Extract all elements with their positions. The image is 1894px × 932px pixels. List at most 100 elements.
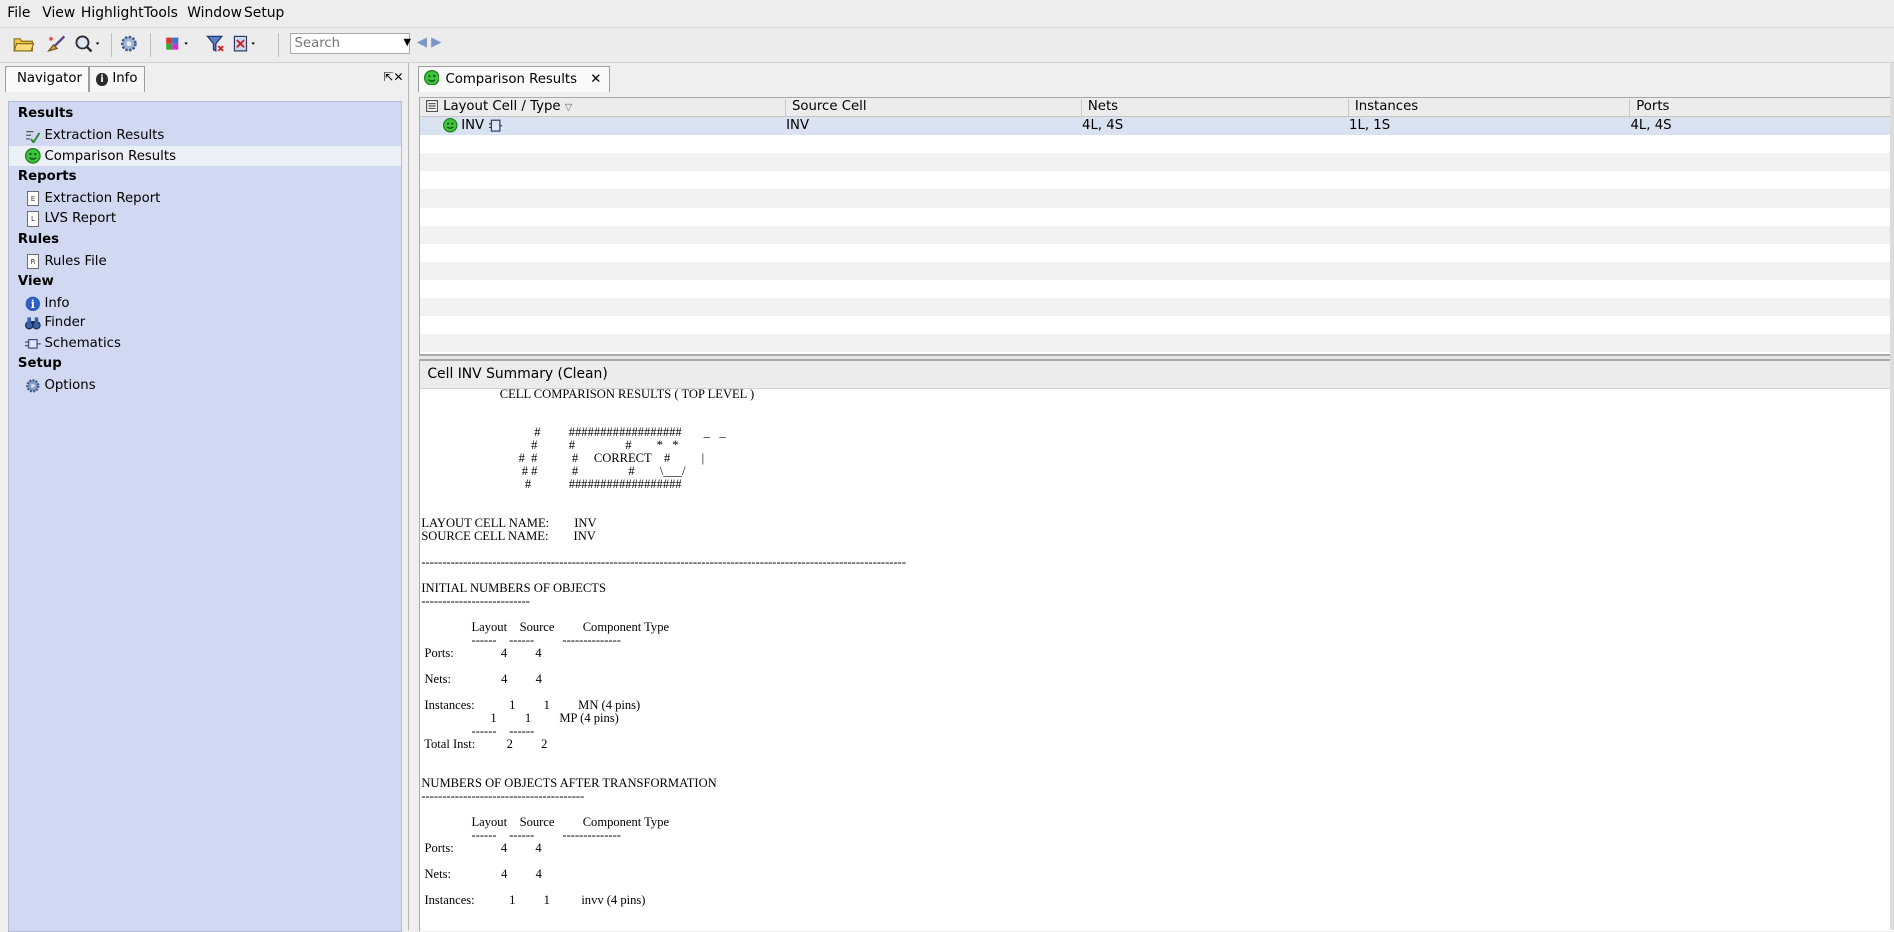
extraction-results-icon [25,128,41,144]
menu-bar: File View Highlight Tools Window Setup [0,0,1894,28]
layout-cell-name: INV [574,516,596,530]
nav-item-schematics[interactable]: Schematics [9,333,400,354]
column-header-layout-cell[interactable]: Layout Cell / Type ▽ [437,99,784,116]
value: 1 [509,698,515,712]
report-underline: -------------------------- [421,594,530,608]
nav-item-lvs-report[interactable]: L LVS Report [9,209,400,230]
section-rules: Rules [18,232,59,247]
nav-item-label: Comparison Results [44,149,176,164]
section-reports: Reports [18,169,77,184]
svg-text:i: i [31,298,35,311]
report-banner-line: # ################## _ _ [421,425,725,439]
cell-nets: 4L, 4S [1082,117,1123,135]
navigator-tree: Results Extraction Results Comparison Re… [8,101,401,932]
menu-highlight[interactable]: Highlight [81,5,144,21]
toolbar-separator [111,33,112,57]
smiley-green-icon [25,148,41,164]
table-row-empty [420,298,1894,316]
value: 2 [541,737,547,751]
report-banner-line: # ################## [421,477,681,491]
table-row-empty [420,226,1894,244]
tab-info[interactable]: i Info [89,66,144,91]
tab-navigator-label: Navigator [17,67,82,91]
search-prev-icon[interactable]: ◀ [417,35,427,50]
layout-cell-name-label: LAYOUT CELL NAME: [421,516,549,530]
report-document-icon: E [25,191,41,207]
menu-tools[interactable]: Tools [144,5,178,21]
cell-summary-panel: Cell INV Summary (Clean) CELL COMPARISON… [419,360,1894,931]
column-header-ports[interactable]: Ports [1629,99,1894,116]
menu-view[interactable]: View [42,5,75,21]
rules-file-icon: R [25,253,41,269]
summary-title: Cell INV Summary (Clean) [427,366,607,382]
column-label: Source [520,815,555,829]
binoculars-icon [25,315,41,331]
smiley-green-icon [443,118,457,136]
source-cell-name: INV [574,529,596,543]
search-nav-arrows[interactable]: ◀ ▶ [417,35,442,50]
window-edge [1890,63,1894,930]
section-view: View [18,274,54,289]
nav-item-comparison-results[interactable]: Comparison Results [9,146,400,167]
close-tab-icon[interactable]: ✕ [590,72,601,87]
column-header-nets[interactable]: Nets [1081,99,1348,116]
report-banner-line: # # # # \___/ [421,464,685,478]
summary-header: Cell INV Summary (Clean) [420,361,1894,389]
table-row[interactable]: INV INV 4L, 4S 1L, 1S 4L, 4S [420,117,1894,135]
clear-highlight-icon[interactable] [232,34,256,56]
nav-item-finder[interactable]: Finder [9,313,400,334]
value: MP (4 pins) [559,711,619,725]
nav-item-label: Info [44,296,69,311]
menu-file[interactable]: File [7,5,30,21]
nav-item-label: Schematics [44,336,120,351]
value: 4 [501,841,507,855]
column-header-instances[interactable]: Instances [1348,99,1628,116]
menu-window[interactable]: Window [187,5,242,21]
report-underline: --------------------------------------- [421,789,584,803]
section-after-transformation-title: NUMBERS OF OBJECTS AFTER TRANSFORMATION [421,776,716,790]
nav-item-label: Extraction Results [44,128,164,143]
nav-item-info[interactable]: i Info [9,293,400,314]
undock-icon[interactable]: ⇱ [383,70,393,84]
value: 4 [501,867,507,881]
gear-icon[interactable] [118,34,142,56]
search-next-icon[interactable]: ▶ [431,35,441,50]
pane-splitter[interactable] [419,355,1894,359]
column-header-label: Layout Cell / Type [443,99,560,114]
cell-instance-icon [489,119,502,136]
search-input[interactable] [290,33,410,54]
value: 4 [535,841,541,855]
table-row-empty [420,171,1894,189]
menu-setup[interactable]: Setup [244,5,284,21]
close-icon[interactable]: ✕ [393,70,403,84]
report-document-icon: L [25,211,41,227]
filter-icon[interactable] [205,34,229,56]
value: 2 [507,737,513,751]
table-header: Layout Cell / Type ▽ Source Cell Nets In… [420,98,1894,117]
zoom-icon[interactable] [74,34,98,56]
schematic-icon [25,336,41,352]
info-icon: i [25,296,41,312]
table-row-empty [420,135,1894,153]
info-icon: i [96,73,107,86]
nav-item-rules-file[interactable]: R Rules File [9,251,400,272]
section-results: Results [18,106,73,121]
table-row-empty [420,262,1894,280]
source-cell-name-label: SOURCE CELL NAME: [421,529,548,543]
nav-item-options[interactable]: Options [9,375,400,396]
highlight-color-icon[interactable] [165,34,189,56]
nav-item-extraction-report[interactable]: E Extraction Report [9,188,400,209]
tab-navigator[interactable]: Navigator [5,66,89,91]
value: MN (4 pins) [578,698,640,712]
value: invv (4 pins) [581,893,645,907]
search-dropdown-icon[interactable]: ▼ [403,37,410,48]
brush-icon[interactable] [45,34,69,56]
open-folder-icon[interactable] [13,34,37,56]
report-divider: ----------------------------------------… [421,555,906,569]
tab-comparison-results[interactable]: Comparison Results ✕ [418,66,610,91]
column-header-source-cell[interactable]: Source Cell [785,99,1080,116]
value: 1 [509,893,515,907]
column-label: Layout [472,815,508,829]
nav-item-extraction-results[interactable]: Extraction Results [9,125,400,146]
sort-icon: ▽ [565,102,572,113]
